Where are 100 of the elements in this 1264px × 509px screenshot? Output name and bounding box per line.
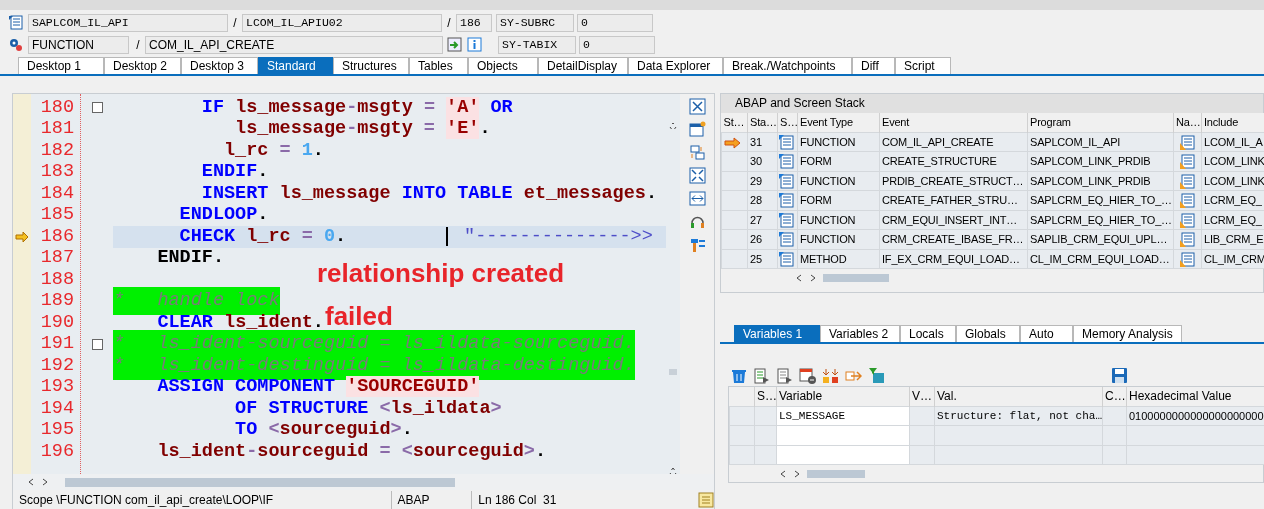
document-icon — [778, 250, 795, 268]
column-header[interactable]: Variable — [776, 387, 910, 406]
column-header[interactable]: Sta… — [747, 113, 778, 132]
tab[interactable]: Data Explorer — [628, 57, 723, 74]
fullscreen-icon[interactable] — [688, 167, 706, 184]
column-header[interactable]: C… — [1102, 387, 1127, 406]
event-type-field: FUNCTION — [28, 35, 129, 54]
separator-text: / — [446, 14, 452, 32]
new-window-icon[interactable] — [688, 121, 706, 138]
scroll-thumb[interactable] — [807, 469, 865, 478]
delete-row-icon[interactable] — [799, 366, 816, 384]
tab[interactable]: Structures — [333, 57, 409, 74]
column-header[interactable]: Program — [1027, 113, 1174, 132]
scroll-right-icon[interactable] — [793, 468, 801, 479]
column-header[interactable]: V… — [909, 387, 935, 406]
document-icon[interactable] — [753, 366, 770, 384]
include-field: LCOM_IL_APIU02 — [242, 13, 442, 32]
code-line: ENDIF. — [156, 246, 225, 271]
language-text: ABAP — [390, 491, 472, 509]
table-cell: 31 — [747, 132, 778, 152]
column-header[interactable]: Hexadecimal Value — [1126, 387, 1264, 406]
navigate-icon[interactable] — [1179, 192, 1196, 210]
annotation-text: relationship created — [317, 258, 565, 288]
fold-toggle[interactable] — [92, 102, 103, 114]
table-cell[interactable]: COM_IL_API_CREATE — [879, 132, 1028, 152]
program-icon — [8, 14, 24, 31]
scroll-right-icon[interactable] — [809, 272, 817, 283]
separator-text: / — [135, 36, 141, 54]
document-icon — [778, 231, 795, 249]
tab[interactable]: Memory Analysis — [1073, 325, 1182, 342]
column-header[interactable]: St… — [721, 113, 748, 132]
program-field: SAPLCOM_IL_API — [28, 13, 228, 32]
tab[interactable]: Standard — [258, 57, 333, 74]
navigate-icon[interactable] — [1179, 211, 1196, 229]
fold-toggle[interactable] — [92, 338, 103, 350]
table-cell[interactable]: LS_MESSAGE — [776, 406, 910, 426]
sort-icon[interactable] — [822, 366, 839, 384]
system-field-name: SY-SUBRC — [496, 13, 574, 32]
table-cell: 0100000000000000000000 — [1126, 406, 1264, 426]
navigate-icon[interactable] — [1179, 250, 1196, 268]
document-icon — [778, 172, 795, 190]
document-icon — [778, 133, 795, 151]
tool-icon[interactable] — [688, 236, 706, 253]
tab[interactable]: Variables 1 — [734, 325, 820, 342]
scroll-thumb[interactable] — [65, 477, 455, 487]
separator-text: / — [232, 14, 238, 32]
tab[interactable]: Break./Watchpoints — [723, 57, 852, 74]
code-editor[interactable] — [13, 94, 666, 474]
tab[interactable]: Tables — [409, 57, 468, 74]
scroll-thumb[interactable] — [669, 368, 677, 376]
scope-text: Scope \FUNCTION com_il_api_create\LOOP\IF — [19, 492, 275, 509]
table-cell: Structure: flat, not cha… — [934, 406, 1103, 426]
tab[interactable]: Script — [895, 57, 951, 74]
swap-icon[interactable] — [688, 144, 706, 161]
event-field: COM_IL_API_CREATE — [145, 35, 443, 54]
tab[interactable]: Desktop 1 — [18, 57, 104, 74]
table-cell: SAPLCOM_IL_API — [1027, 132, 1174, 152]
save-icon[interactable] — [1111, 366, 1128, 384]
column-header[interactable]: S… — [754, 387, 777, 406]
code-line: IF ls_message-msgty = 'A' OR — [200, 95, 513, 120]
column-header[interactable]: Event Type — [797, 113, 880, 132]
close-icon[interactable] — [688, 98, 706, 115]
navigate-icon[interactable] — [1179, 172, 1196, 190]
navigate-icon[interactable] — [1179, 231, 1196, 249]
vertical-scrollbar[interactable] — [666, 94, 680, 474]
info-icon[interactable] — [467, 36, 483, 53]
document-icon — [778, 153, 795, 171]
system-field-name: SY-TABIX — [498, 35, 576, 54]
filter-icon[interactable] — [868, 366, 885, 384]
document-icon[interactable] — [776, 366, 793, 384]
tab[interactable]: Diff — [852, 57, 895, 74]
scroll-right-icon[interactable] — [41, 477, 49, 487]
tab[interactable]: Locals — [900, 325, 956, 342]
line-number: 180 — [39, 95, 75, 120]
tab[interactable]: DetailDisplay — [538, 57, 628, 74]
jump-icon[interactable] — [447, 36, 463, 53]
column-header[interactable]: Val. — [934, 387, 1103, 406]
navigate-icon[interactable] — [1179, 133, 1196, 151]
scroll-left-icon[interactable] — [27, 477, 35, 487]
fit-width-icon[interactable] — [688, 190, 706, 207]
scroll-left-icon[interactable] — [795, 272, 803, 283]
table-cell: LCOM_IL_A — [1201, 132, 1264, 152]
tab[interactable]: Desktop 2 — [104, 57, 181, 74]
cursor-position-text: Ln 186 Col 31 — [471, 491, 668, 509]
code-comment: "-------------->> — [464, 224, 653, 249]
tab[interactable]: Globals — [956, 325, 1020, 342]
column-header[interactable]: Include — [1201, 113, 1264, 132]
tab[interactable]: Desktop 3 — [181, 57, 258, 74]
column-header[interactable]: Na… — [1173, 113, 1202, 132]
system-field-value: 0 — [577, 13, 653, 32]
scroll-thumb[interactable] — [823, 273, 889, 282]
document-icon — [778, 192, 795, 210]
tab[interactable]: Objects — [468, 57, 538, 74]
tab[interactable]: Variables 2 — [820, 325, 900, 342]
navigate-icon[interactable] — [1179, 153, 1196, 171]
document-icon — [778, 211, 795, 229]
column-header[interactable]: Event — [879, 113, 1028, 132]
annotation-text: failed — [325, 301, 393, 331]
scroll-left-icon[interactable] — [779, 468, 787, 479]
tab[interactable]: Auto — [1020, 325, 1073, 342]
